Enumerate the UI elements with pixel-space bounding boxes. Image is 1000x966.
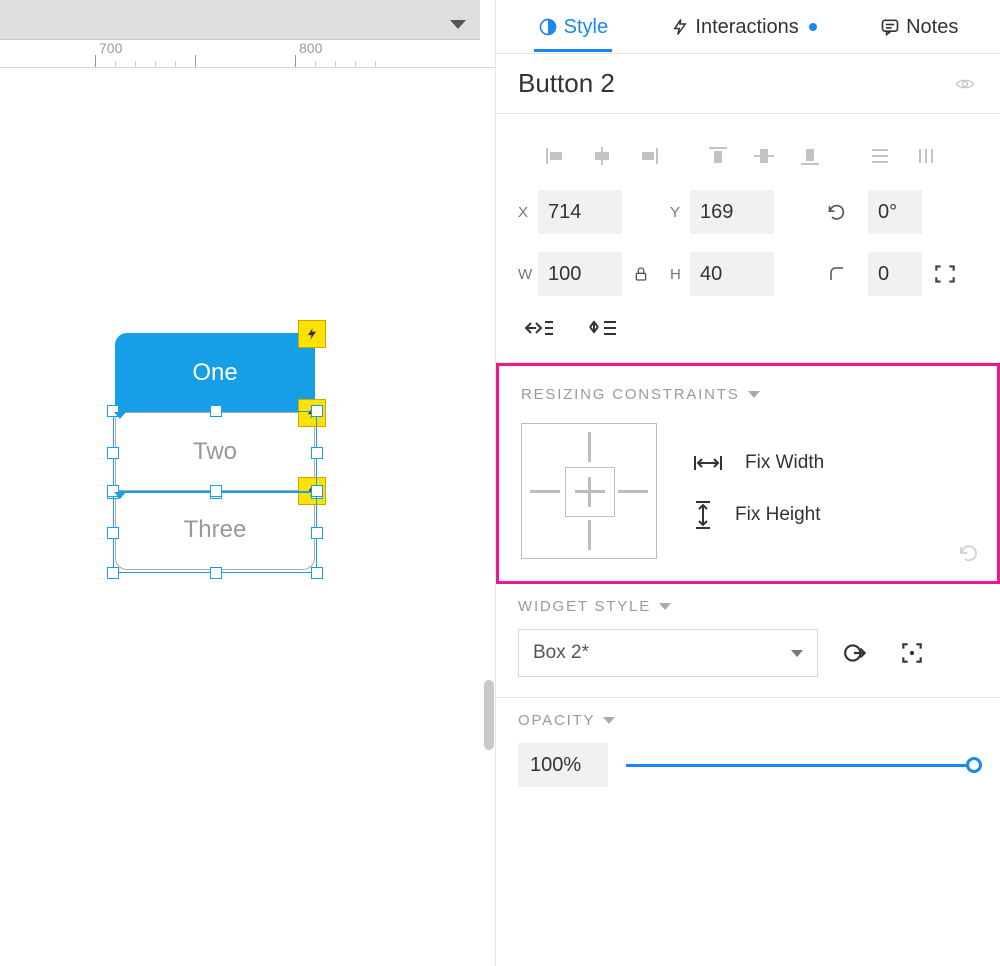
distribute-h-icon[interactable]: [864, 142, 896, 170]
w-label: W: [518, 266, 538, 283]
inspector-tabs: Style Interactions Notes: [496, 0, 1000, 54]
chevron-down-icon: [659, 603, 671, 610]
widget-style-section: WIDGET STYLE Box 2*: [496, 584, 1000, 698]
focus-style-icon[interactable]: [894, 635, 930, 671]
lightning-icon: [671, 17, 689, 37]
button-label: Three: [184, 516, 247, 544]
chevron-down-icon: [603, 717, 615, 724]
notes-icon: [880, 17, 900, 37]
horizontal-ruler: 700 800: [0, 40, 495, 68]
align-middle-v-icon[interactable]: [748, 142, 780, 170]
vertical-scrollbar[interactable]: [484, 680, 494, 750]
canvas-area[interactable]: 700 800 One Two: [0, 0, 495, 966]
corner-radius-input[interactable]: [868, 252, 922, 296]
auto-height-icon[interactable]: [586, 314, 620, 342]
tab-label: Interactions: [695, 16, 798, 39]
canvas-button-one[interactable]: One: [115, 333, 315, 413]
widget-style-select[interactable]: Box 2*: [518, 629, 818, 677]
toolbar-dropdown-caret[interactable]: [450, 20, 466, 29]
width-input[interactable]: [538, 252, 622, 296]
fix-width-label: Fix Width: [745, 452, 824, 474]
align-center-h-icon[interactable]: [586, 142, 618, 170]
position-section: X Y W H: [496, 114, 1000, 363]
y-label: Y: [670, 204, 690, 221]
opacity-title[interactable]: OPACITY: [518, 712, 978, 729]
interactions-indicator-dot: [809, 23, 817, 31]
align-bottom-icon[interactable]: [794, 142, 826, 170]
h-label: H: [670, 266, 690, 283]
opacity-input[interactable]: 100%: [518, 743, 608, 787]
canvas-button-group[interactable]: One Two Three: [115, 333, 315, 570]
rotate-icon[interactable]: [822, 202, 852, 222]
x-label: X: [518, 204, 538, 221]
x-input[interactable]: [538, 190, 622, 234]
align-left-icon[interactable]: [540, 142, 572, 170]
fix-height-label: Fix Height: [735, 504, 821, 526]
rotation-input[interactable]: [868, 190, 922, 234]
lightning-icon[interactable]: [298, 399, 326, 427]
chevron-down-icon: [791, 650, 803, 657]
resizing-constraints-title[interactable]: RESIZING CONSTRAINTS: [521, 386, 975, 403]
height-input[interactable]: [690, 252, 774, 296]
visibility-icon[interactable]: [952, 74, 978, 94]
align-right-icon[interactable]: [632, 142, 664, 170]
chevron-down-icon: [748, 391, 760, 398]
lock-aspect-icon[interactable]: [626, 265, 656, 283]
fix-height-toggle[interactable]: Fix Height: [693, 500, 824, 530]
tab-label: Notes: [906, 16, 958, 39]
alignment-toolbar: [518, 128, 978, 170]
widget-style-title[interactable]: WIDGET STYLE: [518, 598, 978, 615]
ruler-tick-label: 800: [299, 40, 322, 56]
lightning-icon[interactable]: [298, 320, 326, 348]
lightning-icon[interactable]: [298, 477, 326, 505]
top-toolbar: [0, 0, 480, 40]
corner-radius-icon[interactable]: [822, 265, 852, 283]
reset-constraints-icon[interactable]: [957, 541, 981, 565]
style-icon: [538, 17, 558, 37]
button-label: Two: [193, 438, 237, 466]
y-input[interactable]: [690, 190, 774, 234]
canvas-button-two[interactable]: Two: [115, 412, 315, 492]
opacity-slider[interactable]: [626, 755, 978, 775]
selection-name[interactable]: Button 2: [518, 68, 615, 99]
fix-width-icon: [693, 453, 723, 473]
button-label: One: [192, 359, 237, 387]
auto-width-icon[interactable]: [522, 314, 556, 342]
distribute-v-icon[interactable]: [910, 142, 942, 170]
fix-width-toggle[interactable]: Fix Width: [693, 452, 824, 474]
pin-constraint-widget[interactable]: [521, 423, 657, 559]
resizing-constraints-section: RESIZING CONSTRAINTS: [496, 363, 1000, 584]
widget-style-value: Box 2*: [533, 642, 589, 664]
opacity-section: OPACITY 100%: [496, 698, 1000, 807]
apply-style-icon[interactable]: [838, 635, 874, 671]
ruler-tick-label: 700: [99, 40, 122, 56]
align-top-icon[interactable]: [702, 142, 734, 170]
tab-interactions[interactable]: Interactions: [667, 3, 820, 51]
expand-corners-icon[interactable]: [930, 261, 960, 287]
tab-label: Style: [564, 16, 608, 39]
inspector-panel: Style Interactions Notes Button: [495, 0, 1000, 966]
canvas-button-three[interactable]: Three: [115, 490, 315, 570]
fix-height-icon: [693, 500, 713, 530]
tab-notes[interactable]: Notes: [876, 3, 962, 51]
tab-style[interactable]: Style: [534, 3, 612, 51]
